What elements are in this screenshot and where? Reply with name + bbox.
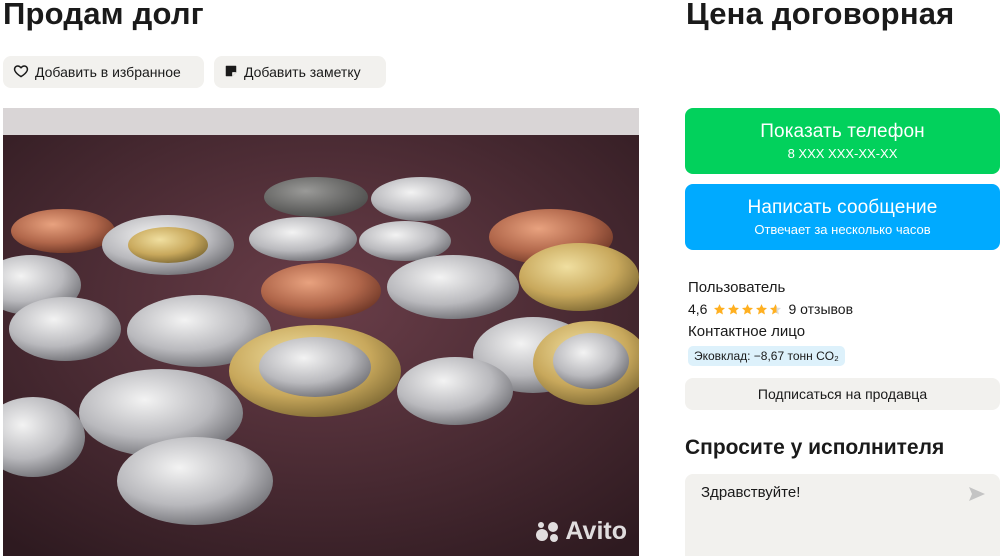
add-to-favorites-label: Добавить в избранное — [35, 64, 181, 80]
add-note-label: Добавить заметку — [244, 64, 361, 80]
write-message-label: Написать сообщение — [747, 197, 938, 218]
reviews-count: 9 отзывов — [788, 301, 854, 317]
send-icon[interactable] — [968, 486, 986, 507]
ask-message-box[interactable]: Здравствуйте! — [685, 474, 1000, 556]
watermark-text: Avito — [565, 517, 627, 545]
rating-value: 4,6 — [688, 301, 708, 317]
eco-badge[interactable]: Эковклад: −8,67 тонн CO₂ — [688, 346, 845, 366]
avito-watermark: Avito — [535, 517, 627, 546]
show-phone-label: Показать телефон — [760, 121, 925, 142]
subscribe-seller-button[interactable]: Подписаться на продавца — [685, 378, 1000, 410]
star-icon — [728, 303, 740, 314]
listing-title: Продам долг — [3, 0, 204, 31]
star-icon — [714, 303, 726, 314]
ask-message-input[interactable]: Здравствуйте! — [701, 484, 800, 501]
listing-price: Цена договорная — [686, 0, 955, 31]
star-icon — [756, 303, 768, 314]
avito-logo-icon — [536, 521, 559, 542]
show-phone-button[interactable]: Показать телефон 8 XXX XXX-XX-XX — [685, 108, 1000, 174]
star-icon — [742, 303, 754, 314]
heart-icon — [13, 63, 29, 82]
write-message-button[interactable]: Написать сообщение Отвечает за несколько… — [685, 184, 1000, 250]
seller-role: Контактное лицо — [688, 322, 806, 340]
coins-image — [3, 135, 639, 556]
seller-info: Пользователь 4,6 9 отзывов Контактное ли… — [688, 276, 853, 342]
rating-stars — [713, 303, 782, 316]
listing-photo[interactable]: Avito — [3, 108, 639, 556]
add-note-button[interactable]: Добавить заметку — [214, 56, 386, 88]
photo-top-strip — [3, 108, 639, 135]
seller-rating[interactable]: 4,6 9 отзывов — [688, 298, 853, 320]
star-icon — [770, 303, 782, 314]
response-time: Отвечает за несколько часов — [754, 222, 931, 237]
note-icon — [224, 64, 238, 81]
ask-title: Спросите у исполнителя — [685, 436, 945, 459]
phone-masked: 8 XXX XXX-XX-XX — [787, 146, 898, 161]
seller-name[interactable]: Пользователь — [688, 276, 853, 298]
add-to-favorites-button[interactable]: Добавить в избранное — [3, 56, 204, 88]
